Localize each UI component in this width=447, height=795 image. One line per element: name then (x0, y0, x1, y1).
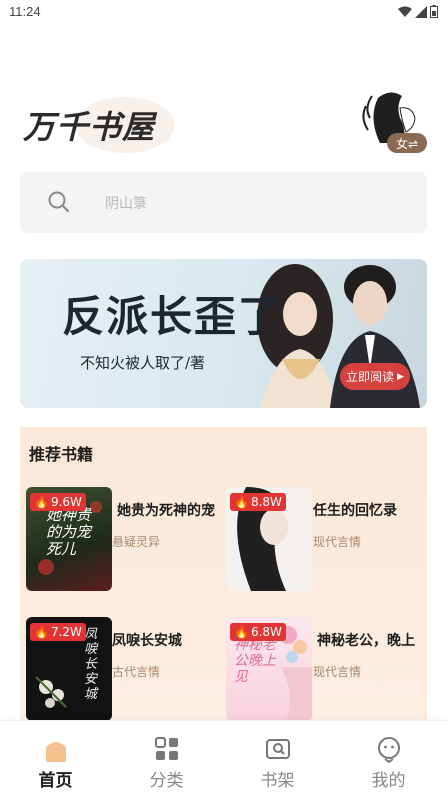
tab-label: 首页 (38, 771, 73, 791)
tab-label: 书架 (260, 771, 295, 791)
heat-value: 8.8W (250, 495, 282, 509)
book-title: 神秘老公，晚上 (317, 633, 415, 649)
tab-label: 我的 (371, 771, 406, 791)
heat-value: 6.8W (250, 625, 282, 639)
banner-book-title: 反派长歪了 (62, 292, 283, 341)
book-genre: 现代言情 (313, 665, 362, 679)
logo-text: 万千书屋 (23, 108, 156, 146)
fire-icon: 🔥 (34, 625, 49, 639)
fire-icon: 🔥 (34, 495, 49, 509)
search-placeholder: 阴山箓 (105, 196, 147, 212)
tab-bookshelf[interactable]: 书架 (222, 721, 333, 795)
signal-icon (415, 5, 427, 18)
heat-value: 9.6W (50, 495, 82, 509)
play-arrow-icon: ▶ (397, 371, 404, 382)
bottom-tab-bar: 首页 分类 书架 我的 (0, 720, 447, 795)
search-icon (48, 191, 70, 213)
home-icon (46, 742, 66, 762)
banner-author: 不知火被人取了/著 (80, 354, 206, 372)
heat-badge: 🔥 9.6W (30, 493, 86, 511)
app-header: 万千书屋 (0, 80, 447, 160)
status-time: 11:24 (9, 4, 41, 19)
status-bar: 11:24 (0, 0, 447, 26)
featured-banner[interactable]: 反派长歪了 不知火被人取了/著 立即阅读 ▶ (20, 259, 427, 408)
bookshelf-icon (266, 739, 290, 759)
gender-switch-badge[interactable]: 女⇌ (387, 133, 427, 153)
book-genre: 悬疑灵异 (112, 535, 161, 549)
cover-text: 神秘老公晚上见 (234, 637, 276, 685)
tab-profile[interactable]: 我的 (333, 721, 444, 795)
section-title: 推荐书籍 (29, 445, 94, 464)
read-now-button[interactable]: 立即阅读 ▶ (340, 363, 410, 390)
status-icons (398, 5, 438, 18)
fire-icon: 🔥 (234, 625, 249, 639)
heat-badge: 🔥 6.8W (230, 623, 286, 641)
fire-icon: 🔥 (234, 495, 249, 509)
read-now-label: 立即阅读 (346, 370, 395, 384)
tab-category[interactable]: 分类 (111, 721, 222, 795)
wifi-icon (398, 6, 412, 17)
book-card[interactable]: 🔥 8.8W 任生的回忆录 现代言情 (220, 487, 420, 591)
category-grid-icon (155, 737, 178, 760)
tab-home[interactable]: 首页 (0, 721, 111, 795)
book-title: 任生的回忆录 (313, 503, 397, 519)
tab-label: 分类 (149, 771, 184, 791)
book-card[interactable]: 凤唳长安城 🔥 7.2W 凤唳长安城 古代言情 (20, 617, 220, 721)
heat-badge: 🔥 8.8W (230, 493, 286, 511)
battery-icon (430, 5, 438, 18)
book-title: 她贵为死神的宠 (117, 503, 215, 519)
search-bar[interactable]: 阴山箓 (20, 172, 427, 233)
cover-text: 她神贵的为宠死儿 (46, 506, 92, 558)
book-genre: 现代言情 (313, 535, 362, 549)
book-card[interactable]: 她神贵的为宠死儿 🔥 9.6W 她贵为死神的宠 悬疑灵异 (20, 487, 220, 591)
heat-value: 7.2W (50, 625, 82, 639)
book-genre: 古代言情 (112, 665, 161, 679)
app-logo: 万千书屋 (20, 90, 190, 154)
book-card[interactable]: 神秘老公晚上见 🔥 6.8W 神秘老公，晚上 现代言情 (220, 617, 420, 721)
heat-badge: 🔥 7.2W (30, 623, 86, 641)
cover-text: 凤唳长安城 (84, 627, 98, 702)
book-title: 凤唳长安城 (112, 633, 182, 649)
recommend-section: 推荐书籍 她神贵的为宠死儿 🔥 9.6W 她贵为死神的宠 悬疑灵异 🔥 8.8W 任… (20, 427, 427, 727)
profile-face-icon (378, 737, 400, 763)
